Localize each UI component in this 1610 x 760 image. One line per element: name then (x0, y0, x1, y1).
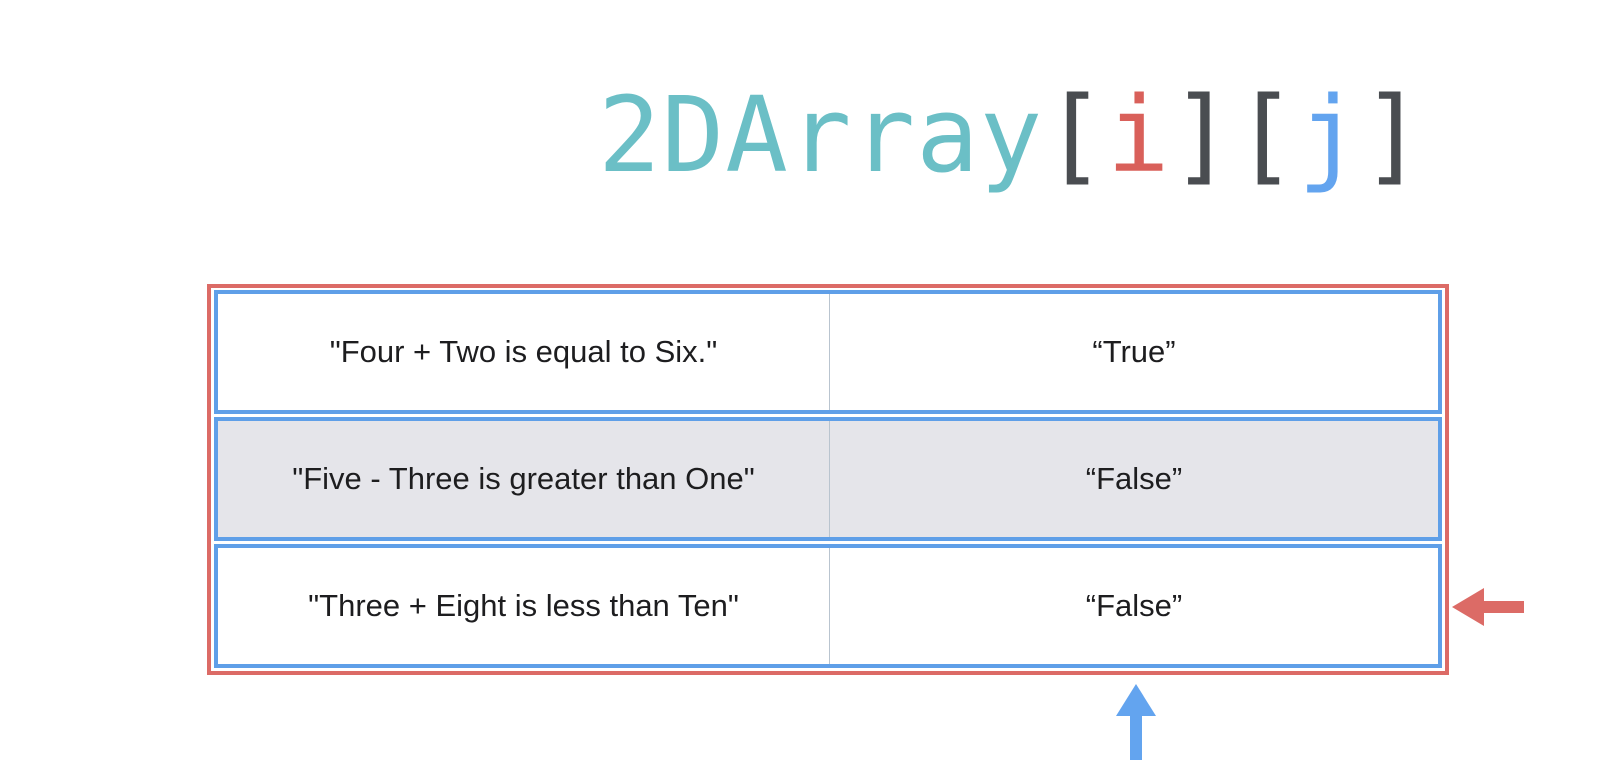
array-cell-1-1: “False” (1085, 461, 1183, 496)
close-bracket-i: ] (1170, 74, 1235, 196)
array-cell-1-0: "Five - Three is greater than One" (218, 421, 830, 537)
array-row-2: "Three + Eight is less than Ten" “False” (214, 544, 1442, 668)
red-arrow-left-icon (1452, 588, 1524, 626)
array-name: 2DArray (598, 74, 1044, 196)
blue-arrow-up-icon (1116, 684, 1156, 760)
open-bracket-i: [ (1043, 74, 1107, 196)
array-row-0: "Four + Two is equal to Six." “True” (214, 290, 1442, 414)
open-bracket-j: [ (1234, 74, 1298, 196)
array-cell-0-0: "Four + Two is equal to Six." (218, 294, 830, 410)
array-cell-2-0: "Three + Eight is less than Ten" (218, 548, 830, 664)
row-index-i: i (1106, 74, 1171, 196)
close-bracket-j: ] (1361, 74, 1426, 196)
array-cell-0-1: “True” (1092, 334, 1176, 369)
array-row-1: "Five - Three is greater than One" “Fals… (214, 417, 1442, 541)
array-cell-2-1: “False” (1085, 588, 1183, 623)
column-index-j: j (1297, 74, 1362, 196)
array-access-title: 2DArray[i][j] (598, 70, 1425, 200)
